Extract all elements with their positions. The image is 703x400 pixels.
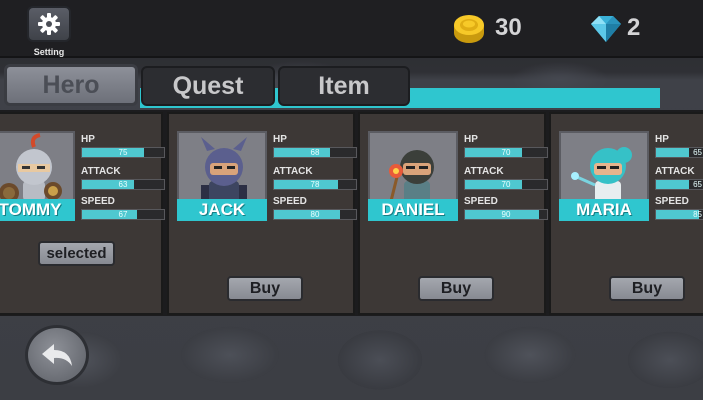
tab-hero[interactable]: Hero [4, 64, 138, 106]
stat-label-attack: ATTACK [273, 166, 313, 177]
attack-bar: 63 [81, 179, 165, 190]
hp-value: 75 [118, 148, 128, 157]
speed-value: 67 [118, 210, 128, 219]
stat-label-hp: HP [655, 134, 669, 145]
stat-label-attack: ATTACK [81, 166, 121, 177]
attack-value: 63 [118, 180, 128, 189]
speed-bar: 90 [464, 209, 548, 220]
attack-value: 78 [310, 180, 320, 189]
attack-value: 70 [501, 180, 511, 189]
buy-button-daniel[interactable]: Buy [418, 276, 494, 301]
hero-card-maria[interactable]: MARIA HP 65 ATTACK 65 SPEED 85 Buy [549, 112, 703, 315]
hero-name-tommy: TOMMY [0, 199, 75, 221]
hero-name-maria: MARIA [559, 199, 649, 221]
hp-bar: 65 [655, 147, 703, 158]
stat-label-hp: HP [273, 134, 287, 145]
speed-bar: 85 [655, 209, 703, 220]
hero-card-tommy[interactable]: TOMMY HP 75 ATTACK 63 SPEED 67 selected [0, 112, 165, 315]
speed-bar: 80 [273, 209, 357, 220]
hp-value: 68 [310, 148, 320, 157]
attack-bar: 70 [464, 179, 548, 190]
buy-button-maria[interactable]: Buy [609, 276, 685, 301]
hp-value: 70 [501, 148, 511, 157]
hp-bar: 68 [273, 147, 357, 158]
back-arrow-icon [42, 344, 72, 366]
tab-item[interactable]: Item [278, 66, 410, 106]
attack-bar: 65 [655, 179, 703, 190]
stat-label-attack: ATTACK [464, 166, 504, 177]
speed-value: 80 [310, 210, 320, 219]
coin-icon [454, 15, 484, 43]
tab-quest[interactable]: Quest [141, 66, 275, 106]
stat-label-speed: SPEED [655, 196, 689, 207]
stat-label-speed: SPEED [273, 196, 307, 207]
hero-name-daniel: DANIEL [368, 199, 458, 221]
coin-count: 30 [495, 14, 522, 41]
hp-bar: 75 [81, 147, 165, 158]
settings-label: Setting [33, 47, 65, 57]
speed-value: 85 [693, 210, 702, 219]
top-bar: Setting 30 2 [0, 0, 703, 58]
buy-button-jack[interactable]: Buy [227, 276, 303, 301]
settings-button[interactable] [27, 6, 71, 42]
stat-label-speed: SPEED [81, 196, 115, 207]
hero-name-jack: JACK [177, 199, 267, 221]
hero-card-daniel[interactable]: DANIEL HP 70 ATTACK 70 SPEED 90 Buy [358, 112, 548, 315]
gem-icon [591, 16, 621, 42]
stat-label-attack: ATTACK [655, 166, 695, 177]
hp-bar: 70 [464, 147, 548, 158]
gear-icon [38, 13, 60, 35]
attack-bar: 78 [273, 179, 357, 190]
attack-value: 65 [693, 180, 702, 189]
back-button[interactable] [25, 325, 89, 385]
gem-count: 2 [627, 14, 641, 41]
selected-button[interactable]: selected [38, 241, 115, 266]
hero-card-jack[interactable]: JACK HP 68 ATTACK 78 SPEED 80 Buy [167, 112, 357, 315]
stat-label-hp: HP [81, 134, 95, 145]
hp-value: 65 [693, 148, 702, 157]
speed-value: 90 [501, 210, 511, 219]
stat-label-speed: SPEED [464, 196, 498, 207]
speed-bar: 67 [81, 209, 165, 220]
stat-label-hp: HP [464, 134, 478, 145]
